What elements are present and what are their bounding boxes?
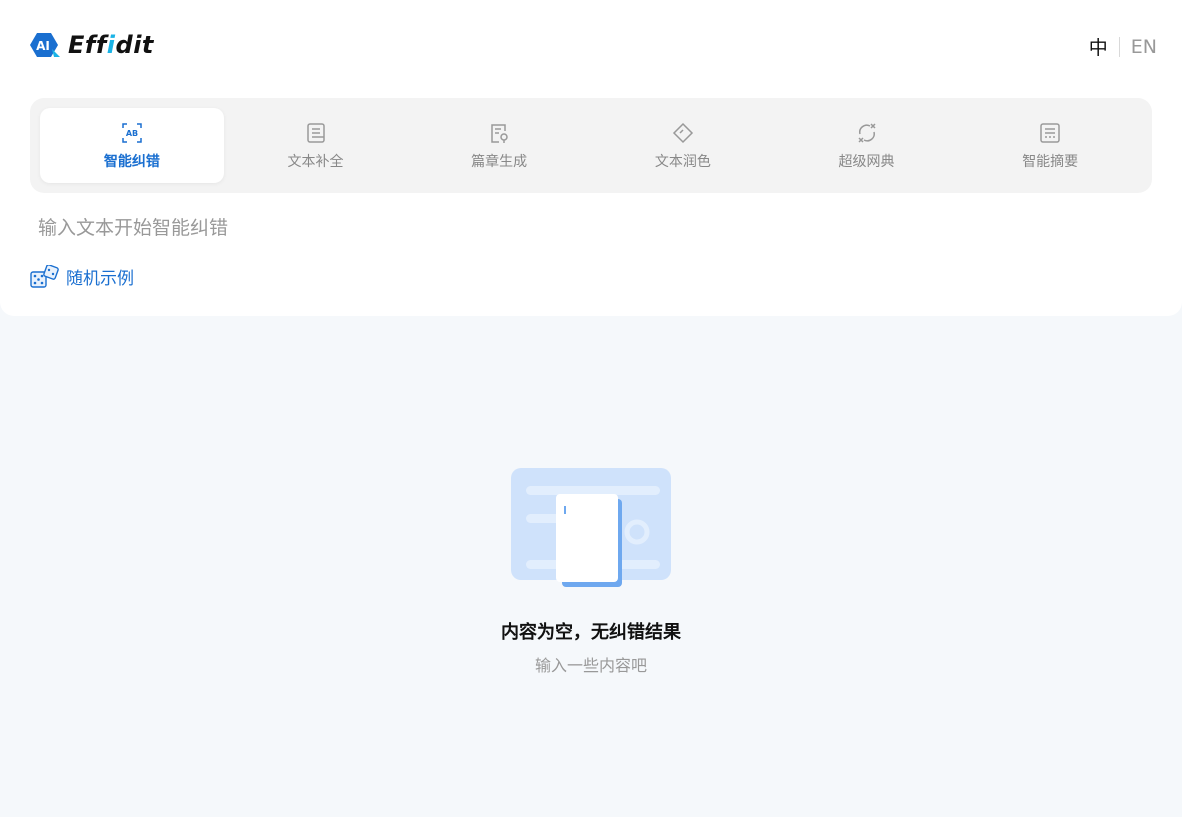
tab-summary[interactable]: 智能摘要	[958, 108, 1142, 183]
ab-correction-icon: AB	[122, 122, 142, 143]
lang-en-button[interactable]: EN	[1131, 36, 1157, 58]
language-switch: 中 EN	[1089, 33, 1157, 60]
dictionary-icon	[857, 122, 876, 143]
summary-icon	[1040, 122, 1060, 143]
editor-card: AB 智能纠错 文本补全 篇章生成 文本润色 超级网典 智能摘要 输入文本开始智…	[0, 88, 1182, 316]
logo[interactable]: AI Effidit	[30, 30, 154, 60]
tab-article-generate[interactable]: 篇章生成	[407, 108, 591, 183]
text-input[interactable]	[38, 213, 1138, 243]
text-complete-icon	[306, 122, 325, 143]
tab-text-complete[interactable]: 文本补全	[224, 108, 408, 183]
tab-label: 超级网典	[838, 153, 895, 170]
feature-tabs: AB 智能纠错 文本补全 篇章生成 文本润色 超级网典 智能摘要	[30, 98, 1152, 193]
svg-text:AI: AI	[36, 39, 50, 53]
tab-label: 智能纠错	[103, 153, 160, 170]
article-generate-icon	[491, 123, 508, 143]
dice-icon	[30, 264, 59, 288]
tab-dictionary[interactable]: 超级网典	[775, 108, 959, 183]
random-example-label: 随机示例	[66, 269, 134, 289]
lang-zh-button[interactable]: 中	[1089, 33, 1108, 60]
polish-icon	[672, 122, 693, 143]
header: AI Effidit 中 EN	[0, 0, 1182, 90]
ai-logo-icon: AI	[30, 33, 60, 57]
tab-label: 文本润色	[654, 153, 711, 170]
empty-document-icon	[511, 468, 671, 587]
tab-correction[interactable]: AB 智能纠错	[40, 108, 224, 183]
lang-divider	[1118, 36, 1120, 57]
empty-state-title: 内容为空，无纠错结果	[501, 622, 681, 643]
empty-state: 内容为空，无纠错结果 输入一些内容吧	[0, 466, 1182, 676]
logo-text: Effidit	[68, 31, 154, 59]
svg-text:AB: AB	[126, 129, 138, 138]
tab-polish[interactable]: 文本润色	[591, 108, 775, 183]
random-example-button[interactable]: 随机示例	[30, 264, 134, 289]
empty-state-subtitle: 输入一些内容吧	[534, 656, 647, 675]
tab-label: 篇章生成	[471, 153, 528, 170]
tab-label: 文本补全	[287, 153, 344, 170]
tab-label: 智能摘要	[1022, 153, 1079, 170]
